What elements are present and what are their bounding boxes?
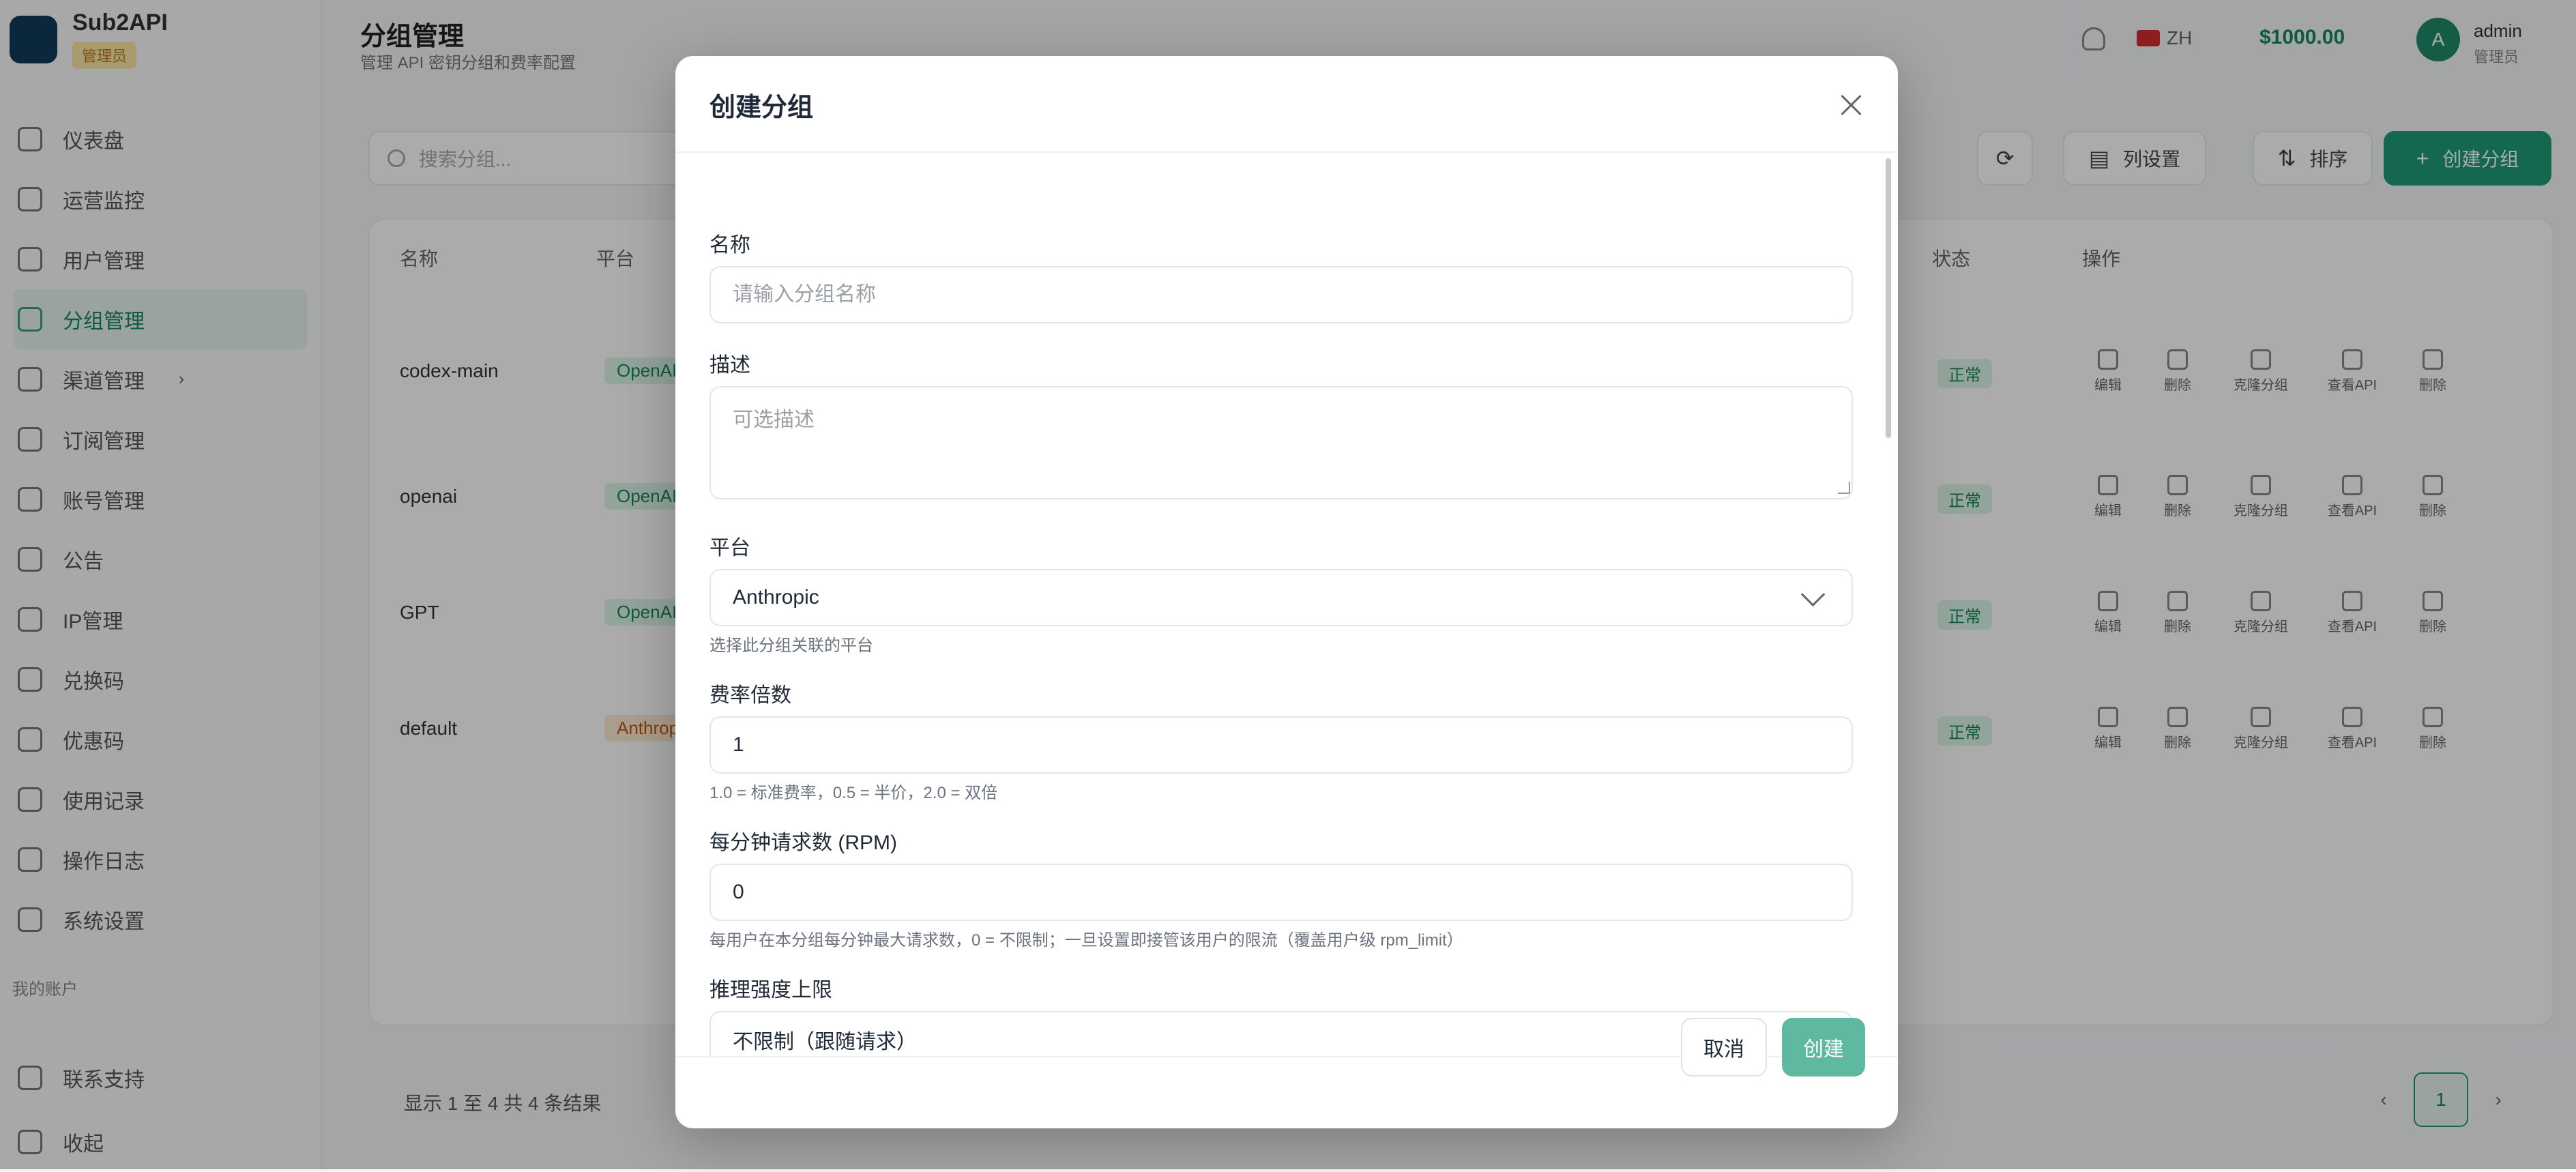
rate-multiplier-input[interactable] [709,716,1853,774]
reasoning-label: 推理强度上限 [709,979,832,1001]
platform-select[interactable]: Anthropic [709,569,1853,626]
rpm-label: 每分钟请求数 (RPM) [709,832,897,854]
resize-handle-icon[interactable] [1838,482,1850,494]
reasoning-value: 不限制（跟随请求） [733,1031,917,1053]
platform-help: 选择此分组关联的平台 [709,636,873,655]
description-label: 描述 [709,354,750,377]
dialog-title: 创建分组 [709,93,814,122]
rpm-help: 每用户在本分组每分钟最大请求数，0 = 不限制；一旦设置即接管该用户的限流（覆盖… [709,931,1463,950]
platform-value: Anthropic [733,586,819,609]
create-group-dialog: 创建分组 名称 描述 平台 Anthropic 选择此分组关联的平台 费率倍数 … [675,56,1898,1128]
dialog-body: 名称 描述 平台 Anthropic 选择此分组关联的平台 费率倍数 1.0 =… [675,153,1898,1057]
platform-label: 平台 [709,537,750,559]
rate-help: 1.0 = 标准费率，0.5 = 半价，2.0 = 双倍 [709,784,998,802]
chevron-down-icon [1800,582,1826,606]
rpm-input[interactable] [709,864,1853,921]
dialog-footer: 取消 创建 [675,1018,1898,1128]
rate-label: 费率倍数 [709,684,791,707]
description-textarea[interactable] [709,386,1853,499]
create-button[interactable]: 创建 [1782,1018,1865,1076]
group-name-input[interactable] [709,266,1853,323]
cancel-button[interactable]: 取消 [1681,1018,1767,1076]
close-icon[interactable] [1836,90,1867,120]
dialog-header: 创建分组 [675,56,1898,153]
name-label: 名称 [709,234,750,257]
